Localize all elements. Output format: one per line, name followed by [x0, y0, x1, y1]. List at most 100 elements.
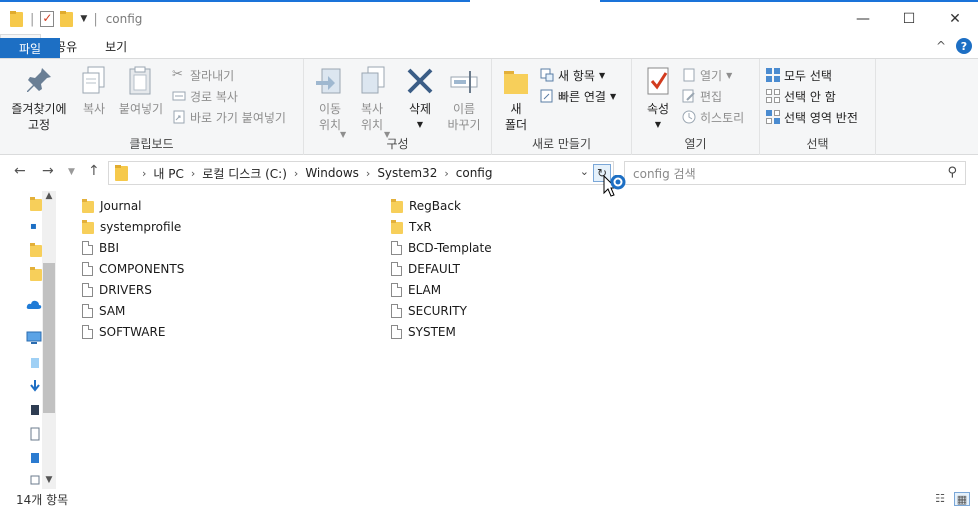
- open-button[interactable]: 열기 ▼: [682, 65, 732, 85]
- maximize-button[interactable]: ☐: [886, 4, 932, 34]
- delete-button[interactable]: 삭제 ▼: [400, 65, 440, 133]
- copy-button[interactable]: 복사: [74, 65, 114, 117]
- list-item[interactable]: SECURITY: [391, 301, 467, 321]
- navigation-pane-scrollbar[interactable]: ▲ ▼: [42, 191, 56, 489]
- tab-view[interactable]: 보기: [91, 34, 141, 58]
- pin-to-quick-access-button[interactable]: 즐겨찾기에 고정: [6, 65, 72, 133]
- breadcrumb-separator[interactable]: ›: [294, 167, 298, 180]
- list-item[interactable]: DEFAULT: [391, 259, 460, 279]
- nav-desktop-icon[interactable]: ▪: [30, 221, 40, 235]
- nav-folder-icon[interactable]: [30, 267, 42, 281]
- paste-button[interactable]: 붙여넣기: [116, 65, 166, 117]
- scrollbar-thumb[interactable]: [43, 263, 55, 413]
- list-item[interactable]: TxR: [391, 217, 432, 237]
- nav-videos-icon[interactable]: [30, 403, 40, 417]
- breadcrumb-separator[interactable]: ›: [444, 167, 448, 180]
- new-item-button[interactable]: 새 항목 ▼: [540, 65, 605, 85]
- history-label: 히스토리: [700, 110, 745, 125]
- delete-label: 삭제: [408, 102, 432, 116]
- properties-quick-icon[interactable]: [40, 11, 55, 27]
- address-dropdown-icon[interactable]: ⌄: [580, 165, 589, 178]
- this-pc-icon[interactable]: [26, 331, 42, 345]
- list-item[interactable]: Journal: [82, 196, 142, 216]
- copy-to-button[interactable]: 복사 위치 ▼: [352, 65, 392, 139]
- breadcrumb-separator[interactable]: ›: [366, 167, 370, 180]
- scroll-up-icon[interactable]: ▲: [42, 191, 56, 205]
- search-icon[interactable]: ⚲: [947, 165, 957, 180]
- new-folder-quick-icon[interactable]: [60, 11, 74, 27]
- list-item[interactable]: systemprofile: [82, 217, 181, 237]
- ribbon-right-controls: ^ ?: [936, 38, 972, 54]
- new-folder-button[interactable]: 새 폴더: [496, 65, 536, 133]
- file-icon: [82, 241, 93, 255]
- open-dropdown-icon: ▼: [726, 70, 733, 80]
- search-input[interactable]: config 검색 ⚲: [624, 161, 966, 185]
- nav-documents-icon[interactable]: [30, 427, 40, 441]
- easy-access-button[interactable]: 빠른 연결 ▼: [540, 86, 616, 106]
- help-icon[interactable]: ?: [956, 38, 972, 54]
- list-item[interactable]: COMPONENTS: [82, 259, 184, 279]
- cut-button[interactable]: ✂ 잘라내기: [172, 65, 234, 85]
- customize-toolbar-dropdown-icon[interactable]: ▼: [80, 14, 87, 24]
- folder-icon: [391, 199, 403, 213]
- nav-pictures-icon[interactable]: [30, 451, 40, 465]
- paste-icon: [125, 65, 157, 97]
- copy-path-button[interactable]: 경로 복사: [172, 86, 238, 106]
- invert-selection-button[interactable]: 선택 영역 반전: [766, 107, 858, 127]
- collapse-ribbon-icon[interactable]: ^: [936, 39, 946, 53]
- list-item[interactable]: RegBack: [391, 196, 461, 216]
- properties-icon: [642, 65, 674, 97]
- explorer-window: | ▼ | config — ☐ ✕ 파일 홈 공유 보기 ^ ?: [0, 0, 978, 510]
- list-item[interactable]: DRIVERS: [82, 280, 152, 300]
- quick-access-toolbar: | ▼ |: [10, 11, 98, 27]
- breadcrumb-config[interactable]: config: [456, 166, 493, 180]
- list-item[interactable]: SAM: [82, 301, 125, 321]
- recent-locations-dropdown-icon[interactable]: ▼: [68, 167, 75, 177]
- folder-icon: [10, 11, 24, 27]
- status-bar: 14개 항목 ☷ ▦: [0, 489, 978, 510]
- select-none-icon: [766, 89, 780, 103]
- breadcrumb-separator[interactable]: ›: [191, 167, 195, 180]
- copy-path-label: 경로 복사: [190, 89, 238, 104]
- select-all-button[interactable]: 모두 선택: [766, 65, 832, 85]
- onedrive-icon[interactable]: [26, 299, 42, 313]
- properties-button[interactable]: 속성 ▼: [640, 65, 676, 133]
- close-button[interactable]: ✕: [932, 4, 978, 34]
- list-item[interactable]: SYSTEM: [391, 322, 456, 342]
- separator: |: [30, 11, 35, 27]
- nav-drive-icon[interactable]: [30, 473, 40, 487]
- select-none-button[interactable]: 선택 안 함: [766, 86, 836, 106]
- nav-folder-icon[interactable]: [30, 243, 42, 257]
- list-item[interactable]: ELAM: [391, 280, 441, 300]
- list-item[interactable]: SOFTWARE: [82, 322, 165, 342]
- breadcrumb-local-disk[interactable]: 로컬 디스크 (C:): [202, 165, 287, 182]
- minimize-button[interactable]: —: [840, 4, 886, 34]
- list-item[interactable]: BBI: [82, 238, 119, 258]
- address-bar[interactable]: › 내 PC › 로컬 디스크 (C:) › Windows › System3…: [108, 161, 614, 185]
- nav-quick-access-folder-icon[interactable]: [30, 197, 42, 211]
- move-to-button[interactable]: 이동 위치 ▼: [310, 65, 350, 139]
- rename-button[interactable]: 이름 바꾸기: [444, 65, 484, 133]
- breadcrumb-windows[interactable]: Windows: [305, 166, 359, 180]
- breadcrumb-system32[interactable]: System32: [377, 166, 437, 180]
- up-arrow-icon[interactable]: ↑: [88, 163, 100, 179]
- file-name: DRIVERS: [99, 283, 152, 297]
- nav-downloads-icon[interactable]: [30, 379, 40, 393]
- breadcrumb-this-pc[interactable]: 내 PC: [153, 165, 183, 182]
- paste-shortcut-button[interactable]: 바로 가기 붙여넣기: [172, 107, 286, 127]
- open-group: 속성 ▼ 열기 ▼ 편집 히스토리 열기: [632, 59, 760, 155]
- scroll-down-icon[interactable]: ▼: [42, 475, 56, 489]
- edit-button[interactable]: 편집: [682, 86, 722, 106]
- details-view-icon[interactable]: ☷: [932, 492, 948, 506]
- back-arrow-icon[interactable]: ←: [14, 163, 26, 179]
- large-icons-view-icon[interactable]: ▦: [954, 492, 970, 506]
- forward-arrow-icon[interactable]: →: [42, 163, 54, 179]
- breadcrumb-separator[interactable]: ›: [142, 167, 146, 180]
- tab-file[interactable]: 파일: [0, 38, 60, 58]
- item-count: 14개 항목: [16, 493, 69, 507]
- list-item[interactable]: BCD-Template: [391, 238, 492, 258]
- file-name: RegBack: [409, 199, 461, 213]
- history-button[interactable]: 히스토리: [682, 107, 744, 127]
- file-name: TxR: [409, 220, 432, 234]
- nav-3d-objects-icon[interactable]: [30, 356, 40, 370]
